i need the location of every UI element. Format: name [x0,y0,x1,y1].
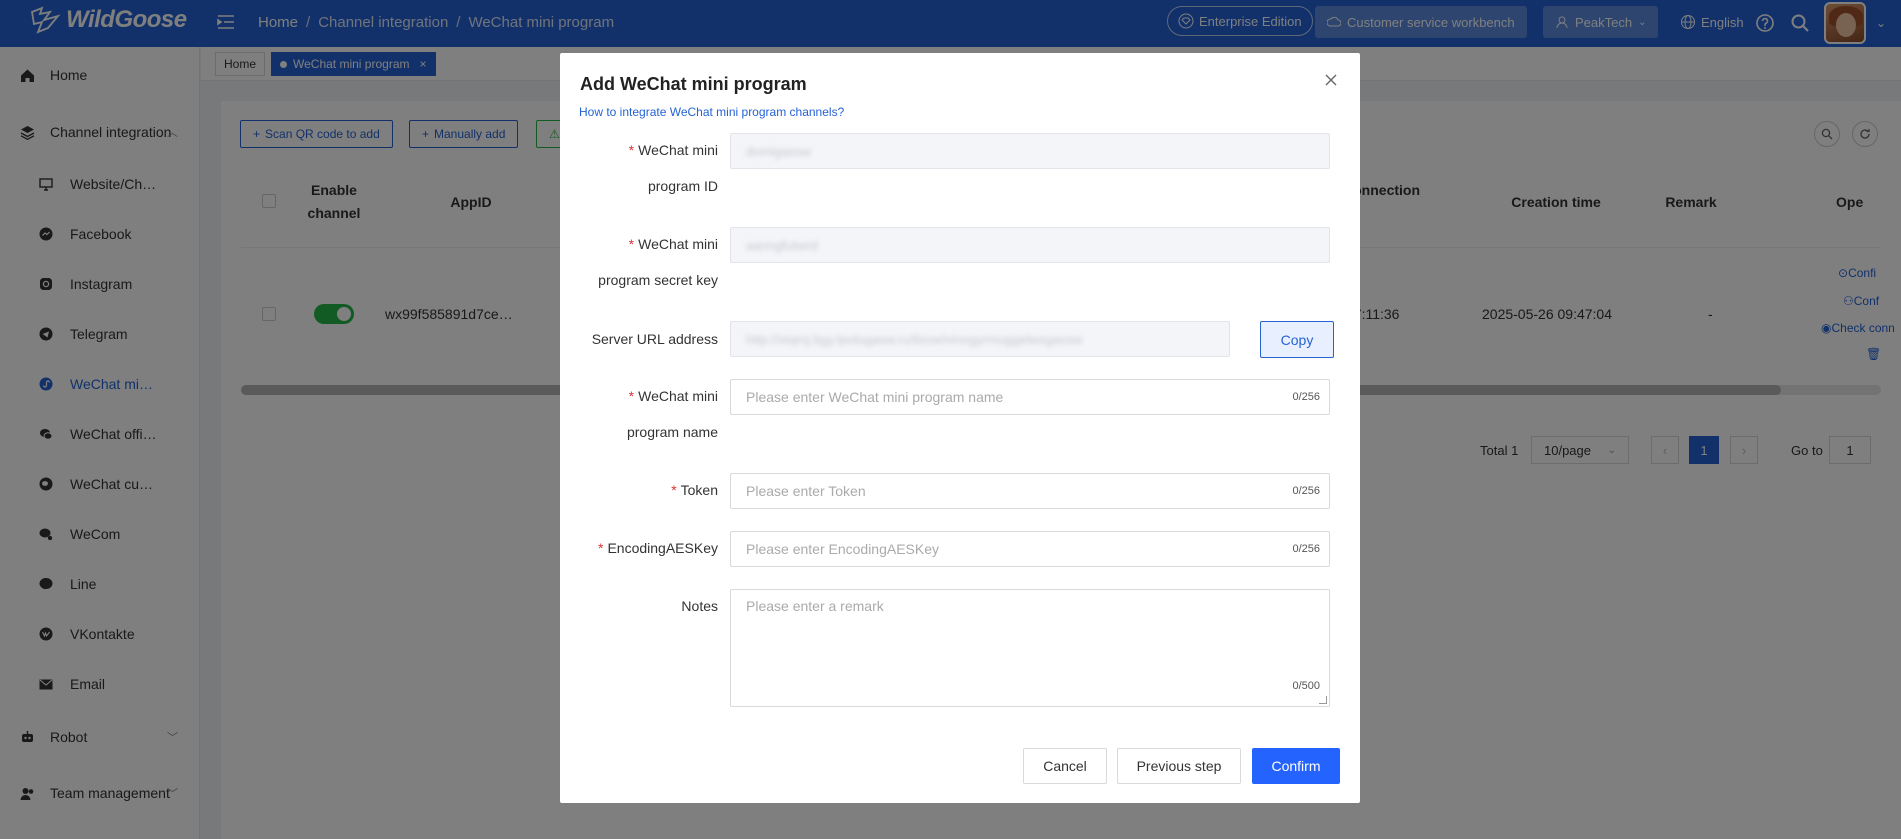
dialog-title: Add WeChat mini program [580,74,807,94]
program-name-counter: 0/256 [1292,391,1320,403]
secret-key-input[interactable]: aanngfutwrd [730,227,1330,263]
notes-textarea[interactable]: Please enter a remark 0/500 [730,589,1330,707]
add-wechat-mini-program-dialog: Add WeChat mini program How to integrate… [560,53,1360,803]
program-name-label-line2: program name [626,424,718,440]
close-icon[interactable] [1323,72,1339,88]
notes-counter: 0/500 [1292,680,1320,692]
aes-key-input[interactable]: Please enter EncodingAESKey 0/256 [730,531,1330,567]
secret-key-label: * WeChat mini [628,236,718,252]
server-url-input[interactable]: http://xtqmj.bgy.tpolugasw.ru/ilxvw/vino… [730,321,1230,357]
program-name-input[interactable]: Please enter WeChat mini program name 0/… [730,379,1330,415]
copy-button[interactable]: Copy [1260,321,1334,358]
program-name-label: * WeChat mini [628,388,718,404]
aes-key-counter: 0/256 [1292,543,1320,555]
aes-key-label: * EncodingAESKey [598,540,718,556]
integration-help-link[interactable]: How to integrate WeChat mini program cha… [579,105,844,119]
previous-step-button[interactable]: Previous step [1117,748,1241,784]
notes-label: Notes [681,598,718,614]
secret-key-label-line2: program secret key [598,272,718,288]
cancel-button[interactable]: Cancel [1023,748,1107,784]
program-id-label: * WeChat mini [628,142,718,158]
confirm-button[interactable]: Confirm [1252,748,1340,784]
program-id-input[interactable]: domigassw [730,133,1330,169]
resize-grip-icon[interactable] [1319,696,1327,704]
token-counter: 0/256 [1292,485,1320,497]
token-input[interactable]: Please enter Token 0/256 [730,473,1330,509]
program-id-label-line2: program ID [647,178,718,194]
server-url-label: Server URL address [591,331,718,347]
token-label: * Token [671,482,718,498]
